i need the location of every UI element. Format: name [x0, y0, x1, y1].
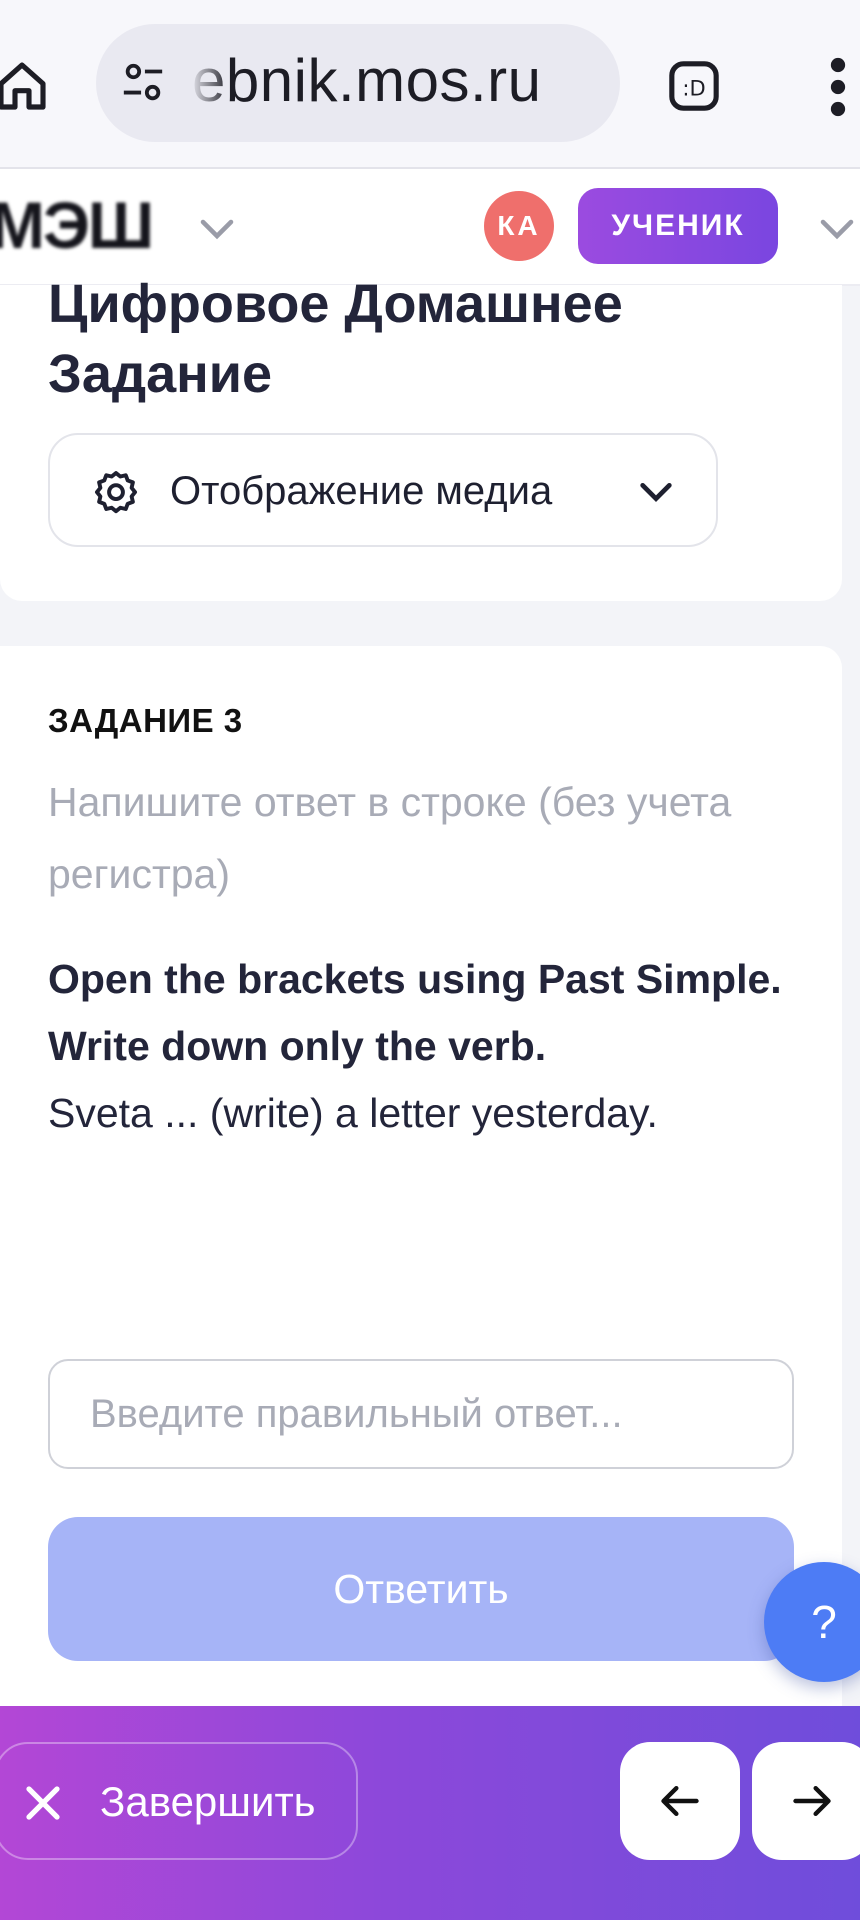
answer-input[interactable] [48, 1359, 794, 1469]
finish-button[interactable]: Завершить [0, 1742, 358, 1860]
media-display-dropdown[interactable]: Отображение медиа [48, 433, 718, 547]
page-title: Цифровое Домашнее Задание [48, 274, 623, 404]
role-badge[interactable]: УЧЕНИК [578, 188, 778, 264]
media-display-label: Отображение медиа [170, 469, 553, 513]
url-fade [180, 34, 230, 130]
chevron-down-icon[interactable] [196, 211, 238, 247]
close-icon [26, 1786, 60, 1820]
finish-label: Завершить [100, 1778, 316, 1825]
home-icon[interactable] [0, 58, 50, 114]
url-text: ebnik.mos.ru [192, 47, 542, 114]
submit-answer-button[interactable]: Ответить [48, 1517, 794, 1661]
arrow-right-icon [793, 1785, 831, 1817]
task-number: ЗАДАНИЕ 3 [48, 702, 243, 739]
more-vert-icon[interactable] [826, 54, 850, 120]
svg-text::D: :D [682, 76, 705, 100]
task-instruction: Напишите ответ в строке (без учета регис… [48, 779, 732, 897]
extension-icon[interactable]: :D [666, 58, 722, 114]
chevron-down-icon [640, 483, 672, 502]
question-prompt: Open the brackets using Past Simple. Wri… [48, 956, 782, 1069]
bottom-action-bar: Завершить [0, 1706, 860, 1920]
address-bar[interactable]: ebnik.mos.ru [96, 24, 620, 142]
tune-icon[interactable] [120, 60, 166, 106]
logo[interactable]: МЭШ [0, 187, 154, 263]
avatar[interactable]: КА [484, 191, 554, 261]
question-sentence: Sveta ... (write) a letter yesterday. [48, 1090, 658, 1136]
arrow-left-icon [661, 1785, 699, 1817]
task-card: ЗАДАНИЕ 3 Напишите ответ в строке (без у… [0, 646, 842, 1706]
browser-toolbar: ebnik.mos.ru :D [0, 0, 860, 169]
previous-task-button[interactable] [620, 1742, 740, 1860]
title-card: Цифровое Домашнее Задание Отображение ме… [0, 274, 842, 601]
chevron-down-icon[interactable] [816, 211, 858, 247]
gear-icon [94, 471, 138, 514]
next-task-button[interactable] [752, 1742, 860, 1860]
